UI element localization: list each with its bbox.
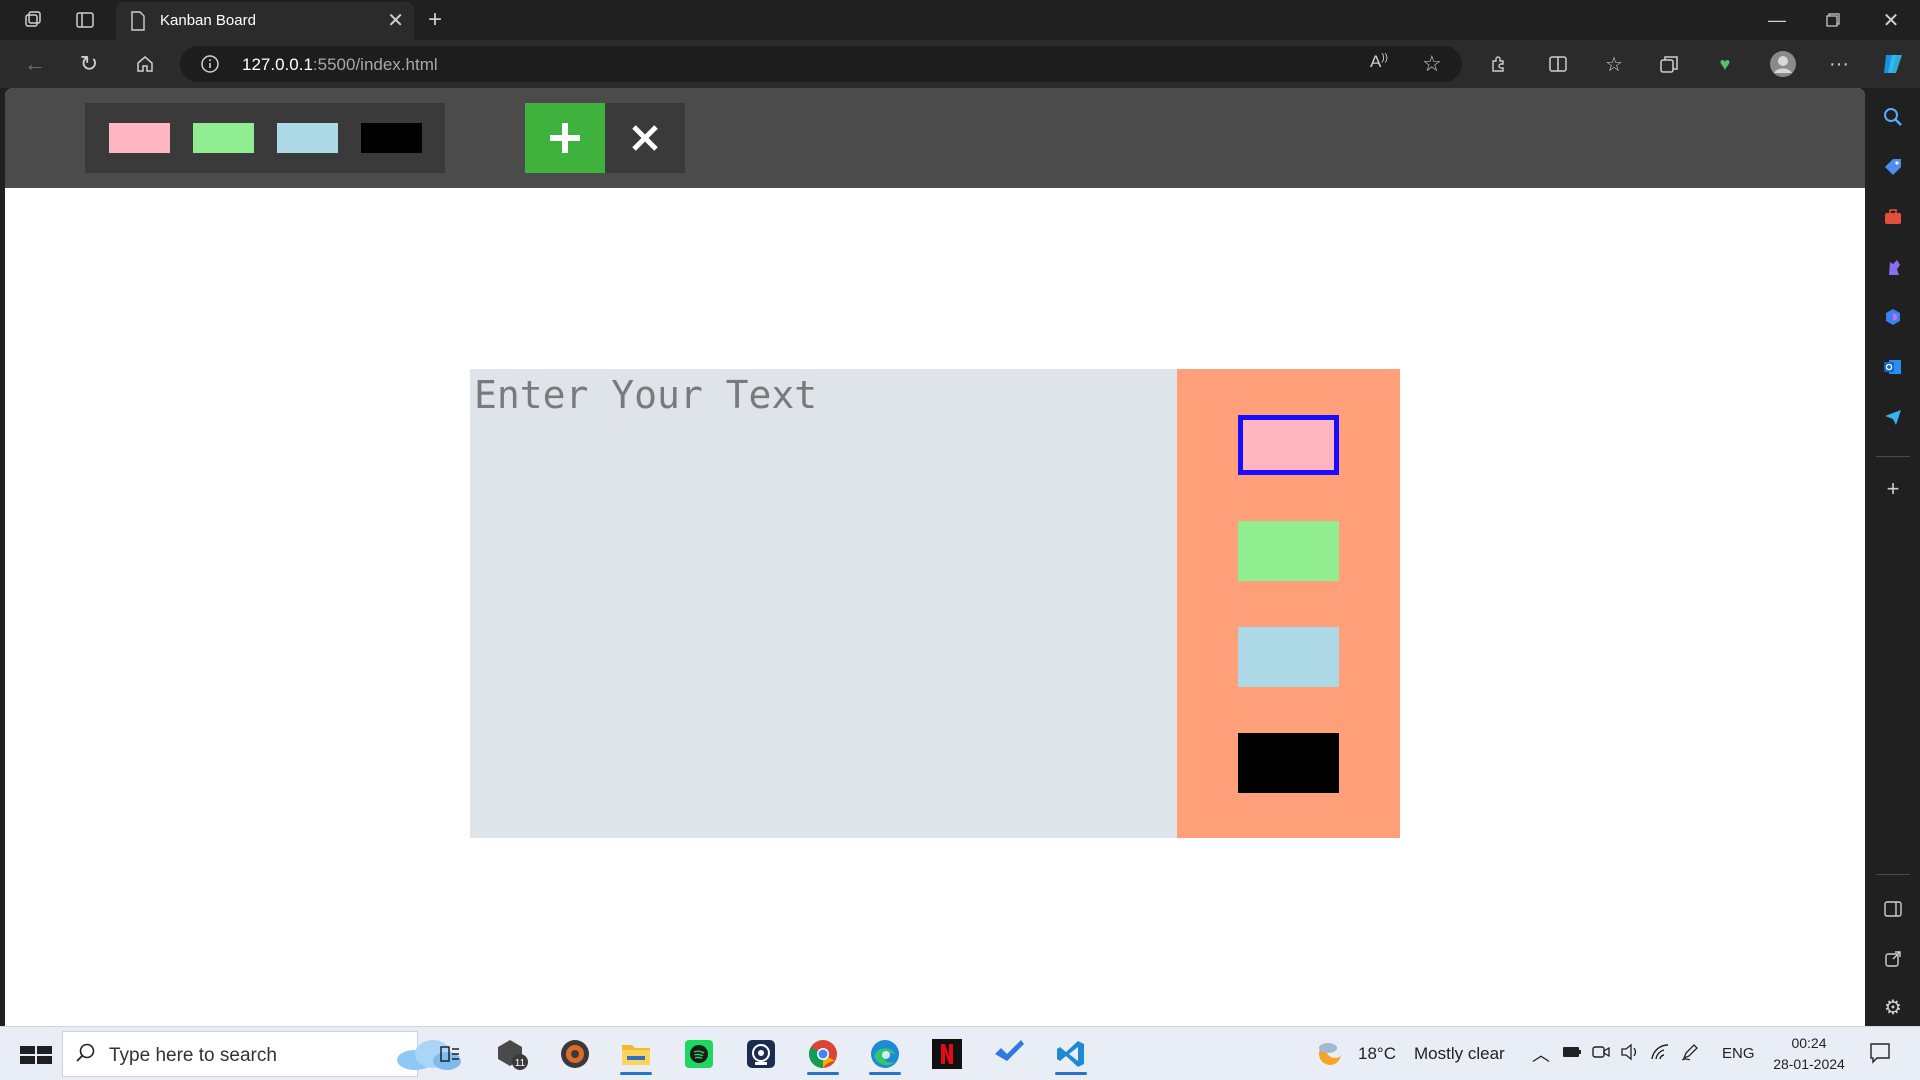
add-sidebar-app-icon[interactable]: + (1876, 472, 1910, 506)
home-icon[interactable] (128, 47, 162, 81)
close-tab-icon[interactable]: ✕ (387, 8, 404, 33)
new-tab-icon[interactable]: + (418, 3, 452, 37)
search-icon[interactable] (1876, 100, 1910, 134)
clock-date: 28-01-2024 (1773, 1056, 1845, 1072)
back-icon[interactable]: ← (18, 47, 52, 81)
copilot-icon[interactable] (1876, 47, 1910, 81)
drop-send-icon[interactable] (1876, 400, 1910, 434)
spotify-icon[interactable] (677, 1033, 721, 1075)
win11-app-icon[interactable]: 11 (490, 1033, 534, 1075)
restore-icon[interactable] (1816, 3, 1850, 37)
taskbar-clock[interactable]: 00:24 28-01-2024 (1764, 1033, 1854, 1075)
games-icon[interactable] (1876, 250, 1910, 284)
close-icon (632, 125, 658, 151)
toolbar-actions (525, 103, 685, 173)
profile-avatar-icon[interactable] (1766, 47, 1800, 81)
favorite-star-icon[interactable]: ☆ (1422, 51, 1442, 77)
browser-essentials-icon[interactable]: ♥ (1708, 47, 1742, 81)
add-ticket-button[interactable] (525, 103, 605, 173)
netflix-icon[interactable] (925, 1033, 969, 1075)
show-hidden-icons-icon[interactable]: ︿ (1532, 1041, 1550, 1067)
pen-icon[interactable] (1680, 1043, 1700, 1066)
priority-color-panel (1177, 369, 1400, 838)
meet-now-icon[interactable] (1592, 1043, 1610, 1066)
taskbar-search-box[interactable]: Type here to search (62, 1031, 461, 1077)
url-path: :5500/index.html (312, 55, 438, 74)
svg-text:11: 11 (515, 1058, 526, 1069)
tab-actions-icon[interactable] (68, 3, 102, 37)
refresh-icon[interactable]: ↻ (72, 47, 106, 81)
tools-briefcase-icon[interactable] (1876, 200, 1910, 234)
site-info-icon[interactable] (200, 54, 220, 79)
taskbar-search-placeholder: Type here to search (109, 1045, 277, 1066)
close-window-icon[interactable]: ✕ (1874, 3, 1908, 37)
priority-color-black[interactable] (1238, 733, 1339, 793)
page-icon (130, 11, 146, 36)
filter-color-green[interactable] (193, 123, 254, 153)
browser-title-bar: Kanban Board ✕ + — ✕ (0, 0, 1920, 40)
filter-color-pink[interactable] (109, 123, 170, 153)
priority-color-blue[interactable] (1238, 627, 1339, 687)
ticket-text-input[interactable] (470, 369, 1177, 838)
remove-ticket-button[interactable] (605, 103, 685, 173)
url-field[interactable]: 127.0.0.1:5500/index.html A)) ☆ (180, 46, 1462, 82)
media-player-icon[interactable] (553, 1033, 597, 1075)
clock-time: 00:24 (1791, 1035, 1827, 1051)
webcam-app-icon[interactable] (739, 1033, 783, 1075)
ticket-modal (470, 369, 1400, 838)
vscode-icon[interactable] (1049, 1033, 1093, 1075)
task-view-icon[interactable] (428, 1033, 472, 1075)
volume-icon[interactable] (1620, 1043, 1640, 1066)
battery-icon[interactable] (1562, 1045, 1582, 1064)
active-tab[interactable]: Kanban Board ✕ (116, 2, 414, 40)
outlook-icon[interactable] (1876, 350, 1910, 384)
edge-sidebar: + ⚙ (1866, 88, 1920, 1026)
kanban-toolbar (5, 88, 1865, 188)
priority-color-pink[interactable] (1238, 415, 1339, 475)
toolbar-color-filters (85, 103, 445, 173)
wifi-icon[interactable] (1650, 1043, 1670, 1066)
open-external-icon[interactable] (1876, 942, 1910, 976)
collections-icon[interactable] (1652, 47, 1686, 81)
sidebar-divider (1876, 874, 1910, 875)
extensions-icon[interactable] (1482, 47, 1516, 81)
windows-taskbar: Type here to search 11 18°C Mostly clear… (0, 1026, 1920, 1080)
weather-moon-icon[interactable] (1316, 1039, 1344, 1072)
edge-icon[interactable] (863, 1033, 907, 1075)
page-viewport (5, 88, 1865, 1026)
address-bar-row: ← ↻ 127.0.0.1:5500/index.html A)) ☆ ☆ ♥ … (0, 40, 1920, 88)
notifications-icon[interactable] (1868, 1041, 1892, 1070)
filter-color-blue[interactable] (277, 123, 338, 153)
chrome-icon[interactable] (801, 1033, 845, 1075)
tab-title: Kanban Board (160, 12, 256, 29)
url-host: 127.0.0.1 (242, 55, 313, 74)
shopping-tag-icon[interactable] (1876, 150, 1910, 184)
hide-sidebar-icon[interactable] (1876, 892, 1910, 926)
url-text: 127.0.0.1:5500/index.html (242, 55, 438, 75)
workspaces-icon[interactable] (16, 3, 50, 37)
priority-color-green[interactable] (1238, 521, 1339, 581)
split-screen-icon[interactable] (1541, 47, 1575, 81)
more-options-icon[interactable]: ··· (1822, 47, 1856, 81)
windows-start-icon[interactable] (12, 1037, 52, 1073)
weather-temperature[interactable]: 18°C (1358, 1044, 1396, 1064)
weather-description[interactable]: Mostly clear (1414, 1044, 1505, 1064)
file-explorer-icon[interactable] (614, 1033, 658, 1075)
todo-icon[interactable] (987, 1033, 1031, 1075)
sidebar-divider (1876, 456, 1910, 457)
language-indicator[interactable]: ENG (1722, 1045, 1755, 1062)
filter-color-black[interactable] (361, 123, 422, 153)
microsoft-365-icon[interactable] (1876, 300, 1910, 334)
settings-gear-icon[interactable]: ⚙ (1876, 990, 1910, 1024)
minimize-icon[interactable]: — (1760, 3, 1794, 37)
taskbar-search-icon (75, 1042, 97, 1070)
plus-icon (550, 123, 580, 153)
favorites-icon[interactable]: ☆ (1597, 47, 1631, 81)
read-aloud-icon[interactable]: A)) (1370, 52, 1388, 72)
